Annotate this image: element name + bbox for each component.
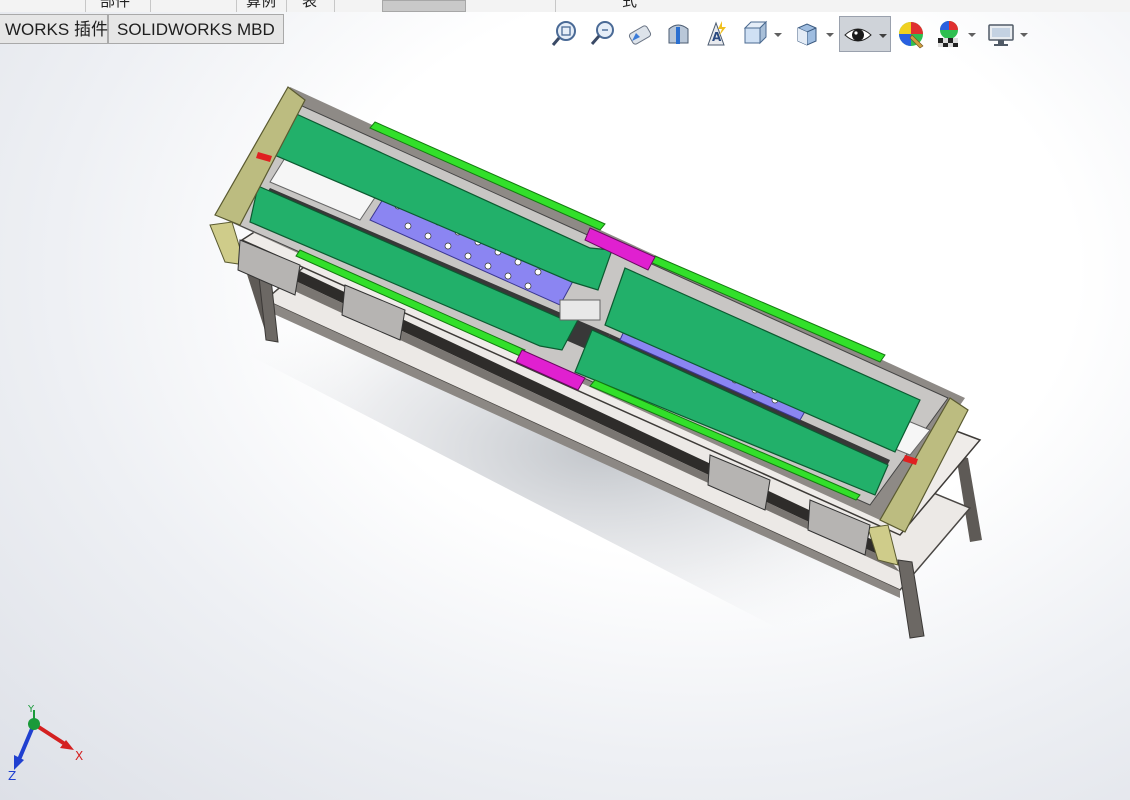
triad-z-label: Z xyxy=(8,769,16,783)
triad-y-label: Y xyxy=(27,704,35,715)
graphics-area[interactable] xyxy=(0,0,1130,800)
triad-x-label: X xyxy=(75,749,83,763)
roller xyxy=(559,299,601,321)
triad-origin xyxy=(28,718,40,730)
triad-x-axis xyxy=(32,722,70,748)
reference-triad: Y X Z xyxy=(8,704,83,783)
conveyor-assembly-model[interactable] xyxy=(200,86,1000,650)
table-leg xyxy=(956,455,982,542)
triad-z-axis xyxy=(16,723,36,763)
solidworks-window: 部件 算例 表 式 WORKS 插件 SOLIDWORKS MBD A Y X … xyxy=(0,0,1130,800)
